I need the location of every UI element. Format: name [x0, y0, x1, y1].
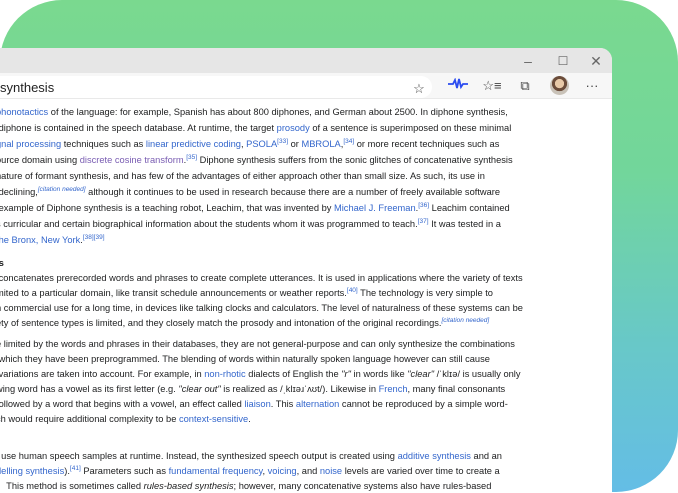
text-run: example of Diphone synthesis is a teachi…: [0, 203, 334, 213]
article-link[interactable]: additive synthesis: [398, 451, 471, 461]
text-run: ource domain using: [0, 155, 80, 165]
collections-icon[interactable]: ⧉: [514, 76, 536, 96]
text-run: of the language: for example, Spanish ha…: [48, 107, 508, 117]
text-run: although it continues to be used in rese…: [85, 187, 501, 197]
minimize-button[interactable]: –: [518, 51, 538, 71]
citation-needed-link[interactable]: [citation needed]: [441, 317, 489, 324]
article-link[interactable]: French: [379, 384, 408, 394]
text-run: , many final consonants: [407, 384, 506, 394]
text-run: techniques such as: [61, 139, 146, 149]
text-run: dialects of English the: [245, 369, 342, 379]
favorite-add-icon[interactable]: ☆: [408, 79, 430, 99]
text-run: This method is sometimes called: [0, 481, 144, 491]
article-link[interactable]: prosody: [277, 123, 310, 133]
article-link[interactable]: PSOLA: [246, 139, 277, 149]
text-run: is realized as /ˌklɪəɹˈʌʊt/). Likewise i…: [220, 384, 379, 394]
text-run: and an: [470, 451, 502, 461]
text-run: wing word has a vowel as its first lette…: [0, 384, 179, 394]
italic-text: rules-based synthesis: [143, 481, 234, 491]
section-heading: is: [0, 258, 4, 269]
reference-link[interactable]: [37]: [418, 218, 429, 225]
text-run: s curricular and certain biographical in…: [0, 219, 418, 229]
article-link[interactable]: alternation: [296, 399, 339, 409]
article-link[interactable]: context-sensitive: [179, 414, 248, 424]
text-run: t use human speech samples at runtime. I…: [0, 451, 398, 461]
text-run: concatenates prerecorded words and phras…: [0, 273, 523, 283]
article-link[interactable]: MBROLA: [301, 139, 340, 149]
paragraph-limitations: e limited by the words and phrases in th…: [0, 337, 596, 427]
text-run: . This: [270, 399, 296, 409]
article-link[interactable]: gnal processing: [0, 139, 61, 149]
text-run: nature of formant synthesis, and has few…: [0, 171, 485, 181]
toolbar: synthesis ☆ ☆≡ ⧉ ···: [0, 73, 612, 99]
article-link[interactable]: fundamental frequency: [169, 466, 263, 476]
article-link[interactable]: voicing: [268, 466, 297, 476]
browser-window: – ☐ ✕ synthesis ☆ ☆≡ ⧉ ··· phonotactics …: [0, 48, 612, 493]
text-run: declining,: [0, 187, 38, 197]
text-run: ; however, many concatenative systems al…: [233, 481, 492, 491]
text-run: Parameters such as: [80, 466, 169, 476]
text-run: Leachim contained: [429, 203, 510, 213]
text-run: of a sentence is superimposed on these m…: [309, 123, 512, 133]
article-link[interactable]: discrete cosine transform: [80, 155, 184, 165]
text-run: or: [288, 139, 302, 149]
article-link[interactable]: non-rhotic: [204, 369, 245, 379]
text-run: followed by a word that begins with a vo…: [0, 399, 245, 409]
italic-text: "clear out": [178, 384, 221, 394]
text-run: or more recent techniques such as: [354, 139, 500, 149]
maximize-button[interactable]: ☐: [553, 51, 573, 71]
address-text: synthesis: [0, 80, 55, 95]
article-link[interactable]: linear predictive coding: [146, 139, 241, 149]
reference-link[interactable]: [38][39]: [83, 234, 105, 241]
italic-text: "clear": [407, 369, 435, 379]
text-run: /ˈklɪə/ is usually only: [434, 369, 521, 379]
favorites-icon[interactable]: ☆≡: [481, 76, 503, 96]
paragraph-formant: t use human speech samples at runtime. I…: [0, 449, 596, 493]
close-button[interactable]: ✕: [586, 51, 606, 71]
text-run: which they have been preprogrammed. The …: [0, 354, 490, 364]
article-link[interactable]: phonotactics: [0, 107, 48, 117]
article-link[interactable]: liaison: [244, 399, 270, 409]
address-bar[interactable]: synthesis ☆: [0, 76, 432, 98]
text-run: cannot be reproduced by a simple word-: [339, 399, 508, 409]
text-run: .: [248, 414, 251, 424]
paragraph-domain-specific: concatenates prerecorded words and phras…: [0, 271, 596, 331]
citation-needed-link[interactable]: [citation needed]: [38, 186, 86, 193]
title-bar: – ☐ ✕: [0, 48, 612, 73]
text-run: diphone is contained in the speech datab…: [0, 123, 277, 133]
more-icon[interactable]: ···: [581, 76, 603, 96]
text-run: ety of sentence types is limited, and th…: [0, 318, 442, 328]
article-link[interactable]: the Bronx, New York: [0, 235, 80, 245]
text-run: levels are varied over time to create a: [342, 466, 500, 476]
article-content: phonotactics of the language: for exampl…: [0, 104, 596, 493]
article-link[interactable]: Michael J. Freeman: [334, 203, 416, 213]
text-run: in words like: [350, 369, 408, 379]
profile-avatar[interactable]: [550, 76, 569, 95]
text-run: variations are taken into account. For e…: [0, 369, 205, 379]
text-run: Diphone synthesis suffers from the sonic…: [197, 155, 513, 165]
reference-link[interactable]: [34]: [343, 138, 354, 145]
text-run: n commercial use for a long time, in dev…: [0, 303, 523, 313]
reference-link[interactable]: [36]: [418, 202, 429, 209]
article-link[interactable]: noise: [320, 466, 342, 476]
text-run: It was tested in a: [428, 219, 501, 229]
reference-link[interactable]: [40]: [347, 287, 358, 294]
text-run: mited to a particular domain, like trans…: [0, 288, 347, 298]
text-run: ch would require additional complexity t…: [0, 414, 179, 424]
audio-wave-icon[interactable]: [447, 76, 469, 96]
text-run: The technology is very simple to: [357, 288, 493, 298]
reference-link[interactable]: [33]: [277, 138, 288, 145]
text-run: e limited by the words and phrases in th…: [0, 339, 515, 349]
paragraph-diphone: phonotactics of the language: for exampl…: [0, 104, 596, 248]
text-run: , and: [296, 466, 320, 476]
article-link[interactable]: delling synthesis: [0, 466, 64, 476]
italic-text: "r": [341, 369, 351, 379]
reference-link[interactable]: [35]: [186, 154, 197, 161]
reference-link[interactable]: [41]: [70, 465, 81, 472]
